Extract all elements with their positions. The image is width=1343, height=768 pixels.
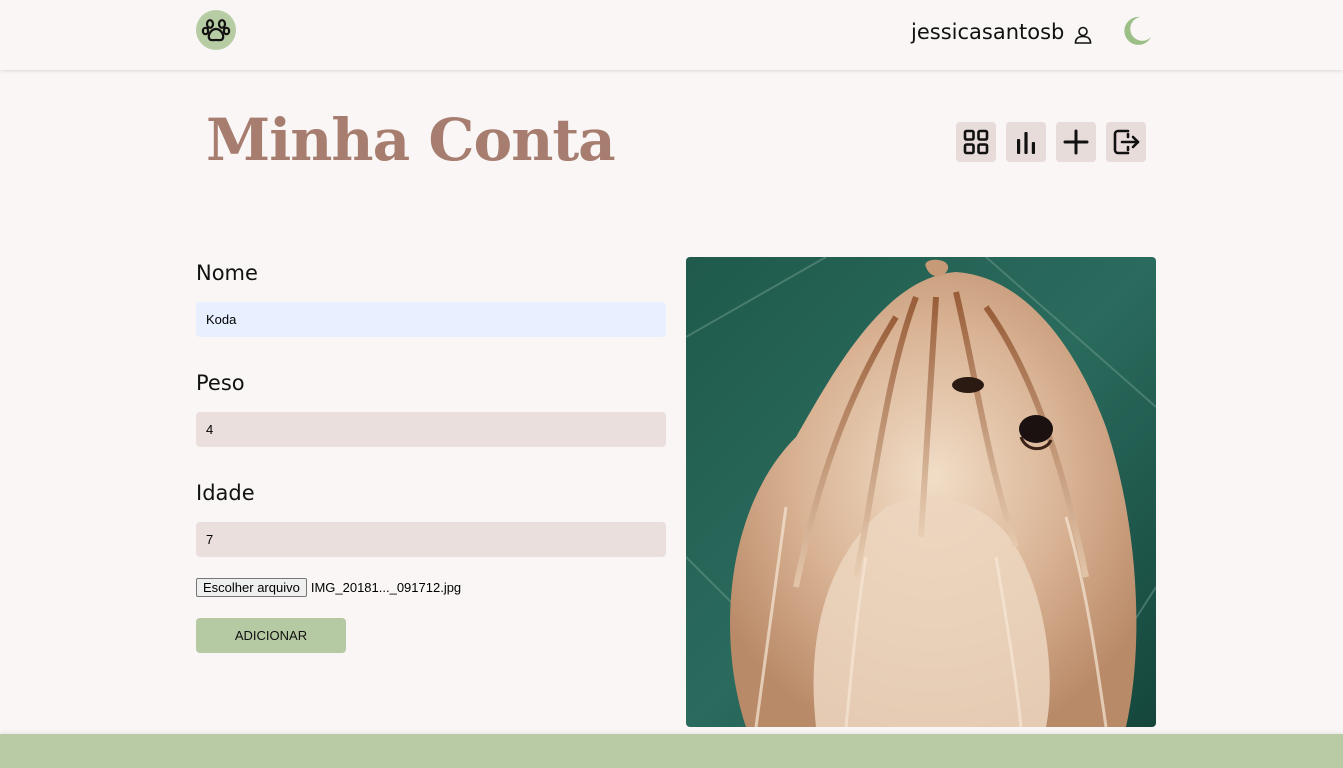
logout-icon <box>1113 129 1140 155</box>
home-logo[interactable] <box>196 10 236 50</box>
nome-input[interactable] <box>196 302 666 337</box>
idade-label: Idade <box>196 481 255 505</box>
pet-photo-preview <box>686 257 1156 727</box>
grid-icon <box>963 129 989 155</box>
file-picker: Escolher arquivo IMG_20181..._091712.jpg <box>196 577 666 597</box>
plus-icon <box>1063 129 1089 155</box>
logout-button[interactable] <box>1106 122 1146 162</box>
pet-form: Nome Peso Idade Escolher arquivo IMG_201… <box>196 258 666 653</box>
feed-button[interactable] <box>956 122 996 162</box>
footer-bar <box>0 734 1343 768</box>
dog-photo <box>686 257 1156 727</box>
choose-file-button[interactable]: Escolher arquivo <box>196 577 307 597</box>
bar-chart-icon <box>1017 132 1035 154</box>
username-link[interactable]: jessicasantosb <box>911 20 1064 44</box>
peso-label: Peso <box>196 371 245 395</box>
add-photo-button[interactable] <box>1056 122 1096 162</box>
moon-icon[interactable] <box>1120 15 1152 47</box>
peso-input[interactable] <box>196 412 666 447</box>
top-header: jessicasantosb <box>0 0 1343 70</box>
nome-label: Nome <box>196 261 258 285</box>
paw-icon <box>201 19 231 42</box>
user-icon[interactable] <box>1073 25 1093 45</box>
file-name: IMG_20181..._091712.jpg <box>310 579 462 595</box>
add-button[interactable]: ADICIONAR <box>196 618 346 653</box>
page-title: Minha Conta <box>206 106 616 174</box>
account-toolbar <box>956 122 1146 162</box>
idade-input[interactable] <box>196 522 666 557</box>
stats-button[interactable] <box>1006 122 1046 162</box>
